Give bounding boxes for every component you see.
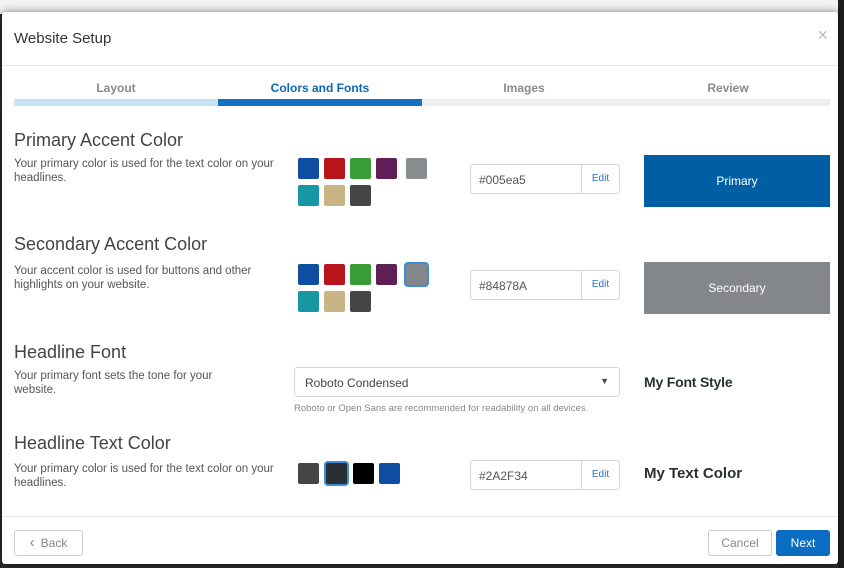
primary-swatch[interactable] bbox=[298, 158, 319, 179]
secondary-swatch[interactable] bbox=[376, 264, 397, 285]
secondary-swatch[interactable] bbox=[350, 264, 371, 285]
primary-swatch[interactable] bbox=[406, 158, 427, 179]
secondary-hex-value: #84878A bbox=[479, 279, 528, 293]
step-label: Layout bbox=[96, 81, 136, 95]
headline-text-color-title: Headline Text Color bbox=[14, 433, 171, 453]
wizard-steps: Layout Colors and Fonts Images Review bbox=[14, 78, 830, 106]
headline-font-description: Your primary font sets the tone for your… bbox=[14, 370, 213, 396]
step-layout[interactable]: Layout bbox=[14, 78, 218, 106]
primary-hex-value: #005ea5 bbox=[479, 173, 526, 187]
secondary-swatch[interactable] bbox=[298, 264, 319, 285]
primary-edit-button[interactable]: Edit bbox=[581, 165, 619, 193]
headline-font-select[interactable]: Roboto Condensed ▼ bbox=[294, 367, 620, 397]
secondary-swatch[interactable] bbox=[298, 291, 319, 312]
secondary-swatch[interactable] bbox=[324, 291, 345, 312]
secondary-swatch[interactable] bbox=[324, 264, 345, 285]
next-button[interactable]: Next bbox=[776, 530, 830, 556]
step-label: Images bbox=[503, 81, 545, 95]
text-color-swatch[interactable] bbox=[298, 463, 319, 484]
headline-font-selected: Roboto Condensed bbox=[305, 376, 409, 390]
primary-hex-input[interactable]: #005ea5 Edit bbox=[470, 164, 620, 194]
step-colors-and-fonts[interactable]: Colors and Fonts bbox=[218, 78, 422, 106]
cancel-button[interactable]: Cancel bbox=[708, 530, 772, 556]
headline-text-color-description: Your primary color is used for the text … bbox=[14, 463, 274, 489]
text-color-edit-button[interactable]: Edit bbox=[581, 461, 619, 489]
step-label: Colors and Fonts bbox=[270, 81, 370, 95]
step-label: Review bbox=[707, 81, 749, 95]
secondary-accent-title: Secondary Accent Color bbox=[14, 234, 208, 254]
website-setup-modal: Website Setup × Layout Colors and Fonts … bbox=[2, 12, 838, 564]
headline-font-title: Headline Font bbox=[14, 342, 127, 362]
primary-swatch[interactable] bbox=[324, 158, 345, 179]
secondary-preview-button: Secondary bbox=[644, 262, 830, 314]
step-progress-bar bbox=[218, 99, 422, 106]
primary-accent-description: Your primary color is used for the text … bbox=[14, 158, 274, 184]
step-review[interactable]: Review bbox=[626, 78, 830, 106]
headline-font-hint: Roboto or Open Sans are recommended for … bbox=[294, 403, 589, 414]
secondary-accent-description: Your accent color is used for buttons an… bbox=[14, 265, 252, 291]
step-progress-bar bbox=[626, 99, 830, 106]
primary-swatch[interactable] bbox=[350, 185, 371, 206]
back-button[interactable]: ‹ Back bbox=[14, 530, 83, 556]
secondary-hex-input[interactable]: #84878A Edit bbox=[470, 270, 620, 300]
back-label: Back bbox=[40, 536, 68, 550]
step-progress-bar bbox=[422, 99, 626, 106]
modal-footer: ‹ Back Cancel Next bbox=[2, 516, 838, 564]
secondary-swatch-selected[interactable] bbox=[406, 264, 427, 285]
primary-accent-title: Primary Accent Color bbox=[14, 130, 184, 150]
step-images[interactable]: Images bbox=[422, 78, 626, 106]
chevron-down-icon: ▼ bbox=[600, 376, 609, 386]
text-color-hex-value: #2A2F34 bbox=[479, 469, 528, 483]
close-icon[interactable]: × bbox=[817, 26, 828, 44]
secondary-edit-button[interactable]: Edit bbox=[581, 271, 619, 299]
modal-header: Website Setup × bbox=[2, 12, 838, 66]
modal-title: Website Setup bbox=[14, 30, 112, 47]
primary-swatch[interactable] bbox=[350, 158, 371, 179]
primary-swatch[interactable] bbox=[298, 185, 319, 206]
text-color-swatch[interactable] bbox=[379, 463, 400, 484]
chevron-left-icon: ‹ bbox=[29, 534, 35, 551]
text-color-sample: My Text Color bbox=[644, 465, 743, 482]
primary-swatch[interactable] bbox=[324, 185, 345, 206]
background-right bbox=[838, 0, 844, 568]
primary-swatch[interactable] bbox=[376, 158, 397, 179]
step-progress-bar bbox=[14, 99, 218, 106]
primary-preview-button: Primary bbox=[644, 155, 830, 207]
text-color-swatch-selected[interactable] bbox=[326, 463, 347, 484]
text-color-swatch[interactable] bbox=[353, 463, 374, 484]
font-style-sample: My Font Style bbox=[644, 374, 733, 390]
text-color-hex-input[interactable]: #2A2F34 Edit bbox=[470, 460, 620, 490]
secondary-swatch[interactable] bbox=[350, 291, 371, 312]
